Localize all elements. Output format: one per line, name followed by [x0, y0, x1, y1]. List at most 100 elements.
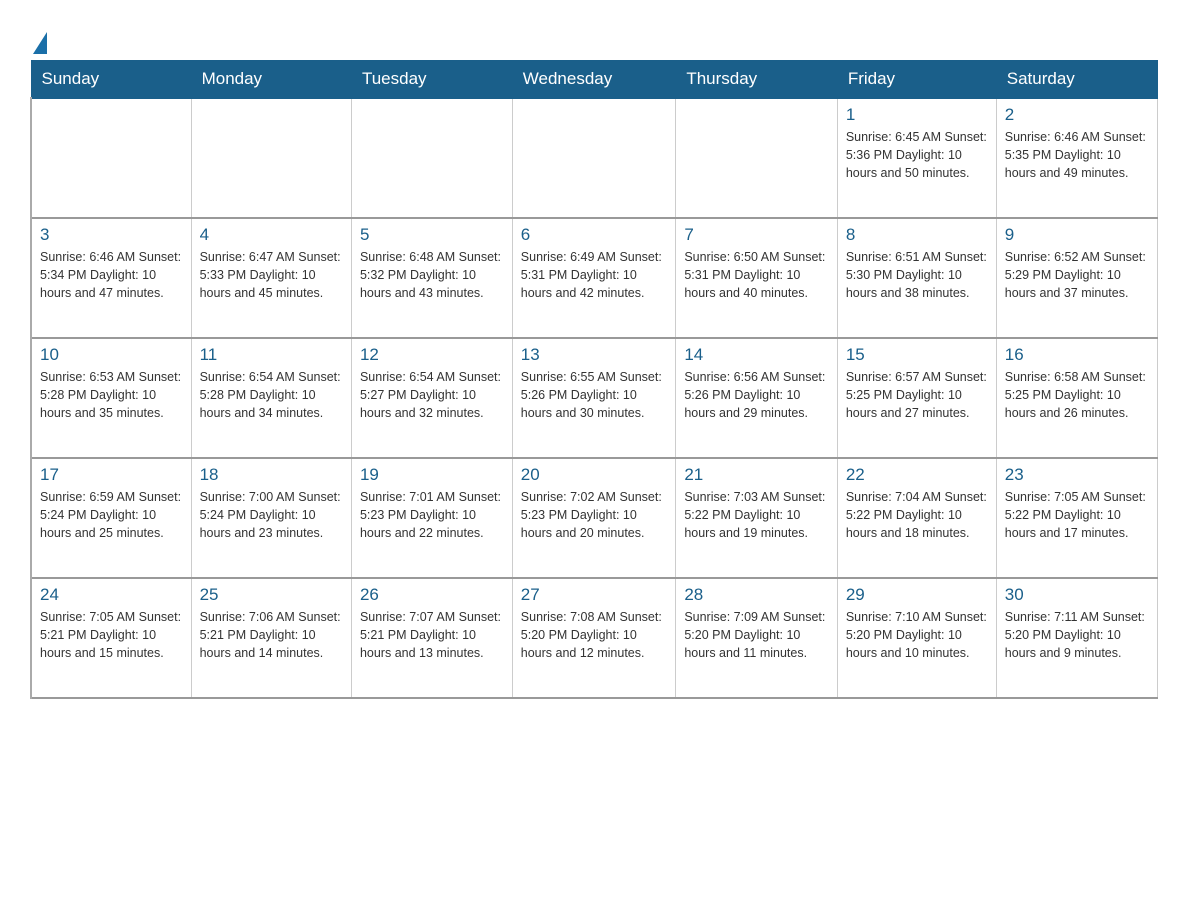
calendar-cell: 23 Sunrise: 7:05 AM Sunset: 5:22 PM Dayli…	[996, 458, 1157, 578]
day-number: 14	[684, 345, 829, 365]
day-info: Sunrise: 6:54 AM Sunset: 5:28 PM Dayligh…	[200, 368, 343, 422]
day-info: Sunrise: 6:51 AM Sunset: 5:30 PM Dayligh…	[846, 248, 988, 302]
day-number: 19	[360, 465, 504, 485]
day-number: 22	[846, 465, 988, 485]
calendar-day-header: Monday	[191, 61, 351, 99]
day-number: 7	[684, 225, 829, 245]
calendar-cell: 29 Sunrise: 7:10 AM Sunset: 5:20 PM Dayli…	[837, 578, 996, 698]
day-info: Sunrise: 7:00 AM Sunset: 5:24 PM Dayligh…	[200, 488, 343, 542]
day-number: 23	[1005, 465, 1149, 485]
calendar-cell: 22 Sunrise: 7:04 AM Sunset: 5:22 PM Dayli…	[837, 458, 996, 578]
day-number: 16	[1005, 345, 1149, 365]
calendar-cell: 7 Sunrise: 6:50 AM Sunset: 5:31 PM Daylig…	[676, 218, 838, 338]
day-info: Sunrise: 6:59 AM Sunset: 5:24 PM Dayligh…	[40, 488, 183, 542]
day-info: Sunrise: 6:48 AM Sunset: 5:32 PM Dayligh…	[360, 248, 504, 302]
day-info: Sunrise: 7:06 AM Sunset: 5:21 PM Dayligh…	[200, 608, 343, 662]
day-number: 15	[846, 345, 988, 365]
day-number: 18	[200, 465, 343, 485]
day-info: Sunrise: 7:05 AM Sunset: 5:22 PM Dayligh…	[1005, 488, 1149, 542]
calendar-day-header: Friday	[837, 61, 996, 99]
logo	[30, 30, 114, 50]
day-info: Sunrise: 6:50 AM Sunset: 5:31 PM Dayligh…	[684, 248, 829, 302]
day-info: Sunrise: 7:09 AM Sunset: 5:20 PM Dayligh…	[684, 608, 829, 662]
day-number: 6	[521, 225, 668, 245]
calendar-day-header: Wednesday	[512, 61, 676, 99]
calendar-table: SundayMondayTuesdayWednesdayThursdayFrid…	[30, 60, 1158, 699]
calendar-cell: 11 Sunrise: 6:54 AM Sunset: 5:28 PM Dayli…	[191, 338, 351, 458]
day-number: 24	[40, 585, 183, 605]
day-number: 26	[360, 585, 504, 605]
calendar-cell: 8 Sunrise: 6:51 AM Sunset: 5:30 PM Daylig…	[837, 218, 996, 338]
day-info: Sunrise: 7:03 AM Sunset: 5:22 PM Dayligh…	[684, 488, 829, 542]
day-info: Sunrise: 7:05 AM Sunset: 5:21 PM Dayligh…	[40, 608, 183, 662]
day-info: Sunrise: 6:57 AM Sunset: 5:25 PM Dayligh…	[846, 368, 988, 422]
day-number: 4	[200, 225, 343, 245]
day-number: 3	[40, 225, 183, 245]
calendar-cell	[512, 98, 676, 218]
calendar-cell: 4 Sunrise: 6:47 AM Sunset: 5:33 PM Daylig…	[191, 218, 351, 338]
day-info: Sunrise: 7:10 AM Sunset: 5:20 PM Dayligh…	[846, 608, 988, 662]
day-info: Sunrise: 7:04 AM Sunset: 5:22 PM Dayligh…	[846, 488, 988, 542]
calendar-cell: 9Sunrise: 6:52 AM Sunset: 5:29 PM Daylig…	[996, 218, 1157, 338]
day-number: 9	[1005, 225, 1149, 245]
day-number: 11	[200, 345, 343, 365]
day-info: Sunrise: 6:47 AM Sunset: 5:33 PM Dayligh…	[200, 248, 343, 302]
calendar-cell: 18 Sunrise: 7:00 AM Sunset: 5:24 PM Dayli…	[191, 458, 351, 578]
calendar-cell: 24 Sunrise: 7:05 AM Sunset: 5:21 PM Dayli…	[31, 578, 191, 698]
calendar-cell: 27Sunrise: 7:08 AM Sunset: 5:20 PM Dayli…	[512, 578, 676, 698]
day-info: Sunrise: 7:01 AM Sunset: 5:23 PM Dayligh…	[360, 488, 504, 542]
calendar-cell: 20 Sunrise: 7:02 AM Sunset: 5:23 PM Dayli…	[512, 458, 676, 578]
calendar-cell: 19 Sunrise: 7:01 AM Sunset: 5:23 PM Dayli…	[351, 458, 512, 578]
calendar-cell: 14 Sunrise: 6:56 AM Sunset: 5:26 PM Dayli…	[676, 338, 838, 458]
calendar-cell: 25 Sunrise: 7:06 AM Sunset: 5:21 PM Dayli…	[191, 578, 351, 698]
day-number: 29	[846, 585, 988, 605]
day-info: Sunrise: 6:45 AM Sunset: 5:36 PM Dayligh…	[846, 128, 988, 182]
day-number: 20	[521, 465, 668, 485]
day-number: 8	[846, 225, 988, 245]
calendar-cell: 12 Sunrise: 6:54 AM Sunset: 5:27 PM Dayli…	[351, 338, 512, 458]
day-info: Sunrise: 7:02 AM Sunset: 5:23 PM Dayligh…	[521, 488, 668, 542]
day-info: Sunrise: 6:46 AM Sunset: 5:34 PM Dayligh…	[40, 248, 183, 302]
day-info: Sunrise: 7:07 AM Sunset: 5:21 PM Dayligh…	[360, 608, 504, 662]
calendar-day-header: Saturday	[996, 61, 1157, 99]
calendar-header-row: SundayMondayTuesdayWednesdayThursdayFrid…	[31, 61, 1158, 99]
day-info: Sunrise: 7:11 AM Sunset: 5:20 PM Dayligh…	[1005, 608, 1149, 662]
day-number: 25	[200, 585, 343, 605]
calendar-day-header: Sunday	[31, 61, 191, 99]
day-number: 17	[40, 465, 183, 485]
day-number: 30	[1005, 585, 1149, 605]
calendar-week-row: 24 Sunrise: 7:05 AM Sunset: 5:21 PM Dayli…	[31, 578, 1158, 698]
calendar-cell: 5Sunrise: 6:48 AM Sunset: 5:32 PM Daylig…	[351, 218, 512, 338]
day-info: Sunrise: 6:56 AM Sunset: 5:26 PM Dayligh…	[684, 368, 829, 422]
calendar-cell	[351, 98, 512, 218]
calendar-cell: 26 Sunrise: 7:07 AM Sunset: 5:21 PM Dayli…	[351, 578, 512, 698]
calendar-cell: 30 Sunrise: 7:11 AM Sunset: 5:20 PM Dayli…	[996, 578, 1157, 698]
calendar-cell: 3 Sunrise: 6:46 AM Sunset: 5:34 PM Daylig…	[31, 218, 191, 338]
calendar-cell: 28 Sunrise: 7:09 AM Sunset: 5:20 PM Dayli…	[676, 578, 838, 698]
calendar-cell: 15 Sunrise: 6:57 AM Sunset: 5:25 PM Dayli…	[837, 338, 996, 458]
calendar-cell	[676, 98, 838, 218]
calendar-week-row: 1 Sunrise: 6:45 AM Sunset: 5:36 PM Daylig…	[31, 98, 1158, 218]
calendar-week-row: 3 Sunrise: 6:46 AM Sunset: 5:34 PM Daylig…	[31, 218, 1158, 338]
day-info: Sunrise: 7:08 AM Sunset: 5:20 PM Dayligh…	[521, 608, 668, 662]
calendar-cell: 6 Sunrise: 6:49 AM Sunset: 5:31 PM Daylig…	[512, 218, 676, 338]
day-number: 1	[846, 105, 988, 125]
day-number: 13	[521, 345, 668, 365]
calendar-cell: 17 Sunrise: 6:59 AM Sunset: 5:24 PM Dayli…	[31, 458, 191, 578]
calendar-cell: 10 Sunrise: 6:53 AM Sunset: 5:28 PM Dayli…	[31, 338, 191, 458]
day-number: 28	[684, 585, 829, 605]
calendar-cell: 1 Sunrise: 6:45 AM Sunset: 5:36 PM Daylig…	[837, 98, 996, 218]
day-info: Sunrise: 6:49 AM Sunset: 5:31 PM Dayligh…	[521, 248, 668, 302]
day-number: 12	[360, 345, 504, 365]
logo-triangle-icon	[33, 32, 47, 54]
day-info: Sunrise: 6:54 AM Sunset: 5:27 PM Dayligh…	[360, 368, 504, 422]
calendar-cell: 2Sunrise: 6:46 AM Sunset: 5:35 PM Daylig…	[996, 98, 1157, 218]
day-info: Sunrise: 6:55 AM Sunset: 5:26 PM Dayligh…	[521, 368, 668, 422]
day-number: 10	[40, 345, 183, 365]
calendar-cell	[31, 98, 191, 218]
calendar-cell	[191, 98, 351, 218]
day-info: Sunrise: 6:53 AM Sunset: 5:28 PM Dayligh…	[40, 368, 183, 422]
calendar-week-row: 10 Sunrise: 6:53 AM Sunset: 5:28 PM Dayli…	[31, 338, 1158, 458]
calendar-day-header: Thursday	[676, 61, 838, 99]
page-header	[30, 20, 1158, 50]
